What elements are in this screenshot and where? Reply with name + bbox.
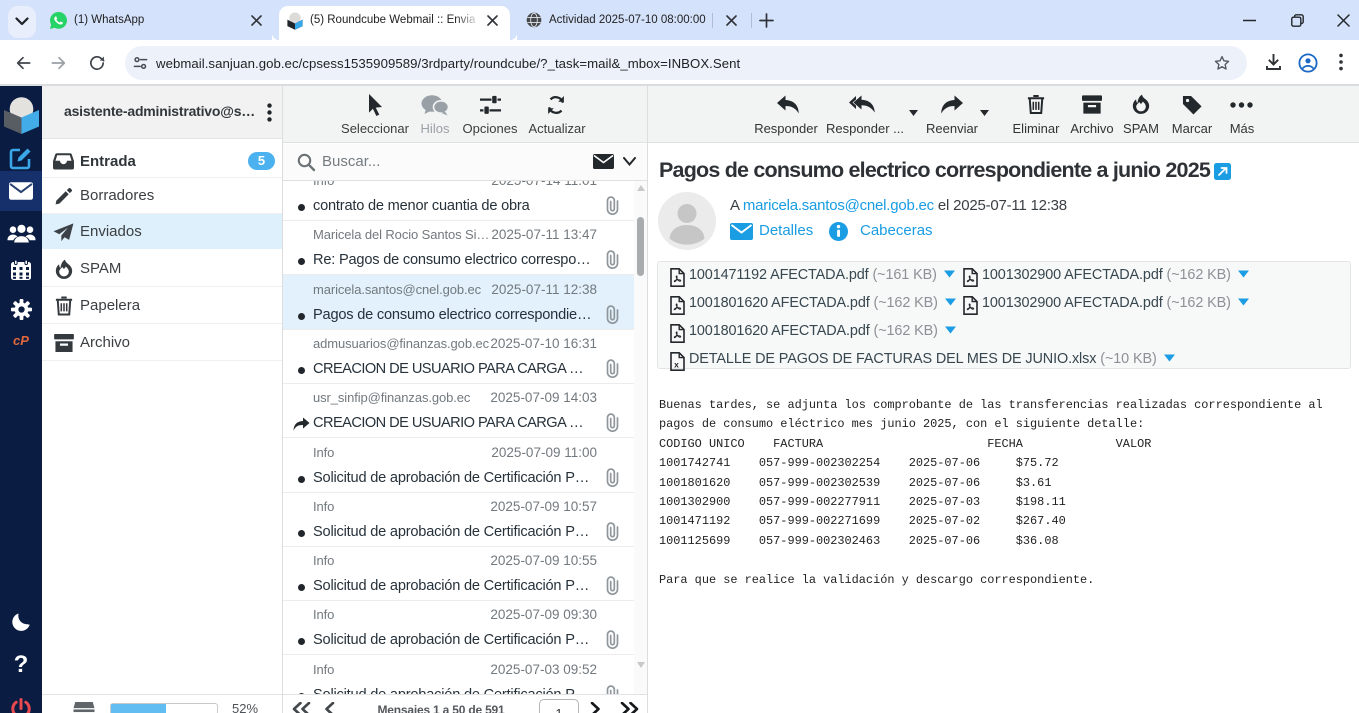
svg-text:x: x xyxy=(674,360,679,370)
